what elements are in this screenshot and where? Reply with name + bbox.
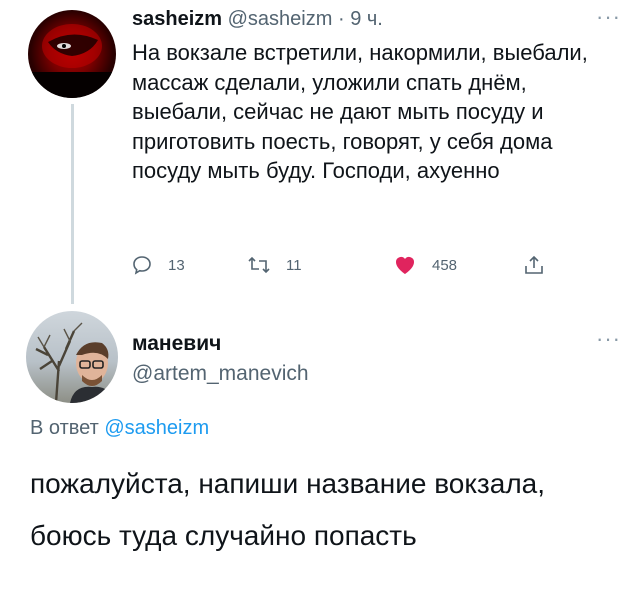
avatar-artem-manevich[interactable]: [26, 311, 118, 403]
avatar-image: [28, 24, 116, 98]
like-button[interactable]: 458: [392, 252, 457, 278]
reply-count: 13: [168, 256, 185, 274]
share-button[interactable]: [522, 252, 546, 278]
retweet-count: 11: [286, 256, 302, 274]
tweet2-text: пожалуйста, напиши название вокзала, бою…: [30, 468, 546, 551]
tweet2-more-icon[interactable]: ···: [596, 326, 621, 352]
reply-context: В ответ @sasheizm: [30, 417, 209, 440]
tweet1-separator: ·: [332, 8, 351, 30]
retweet-icon: [248, 256, 270, 274]
tweet2-author-name[interactable]: маневич: [132, 332, 221, 356]
like-count: 458: [432, 256, 458, 274]
tweet1-more-icon[interactable]: ···: [596, 4, 621, 30]
tweet1-time[interactable]: 9 ч.: [350, 8, 383, 30]
reply-icon: [133, 256, 151, 275]
reply-prefix: В ответ: [30, 417, 105, 439]
reply-button[interactable]: 13: [130, 252, 185, 278]
avatar-image: [35, 322, 114, 403]
tweet1-author-handle[interactable]: @sasheizm: [228, 8, 333, 30]
tweet1-author-name[interactable]: sasheizm: [132, 8, 222, 30]
tweet1-actions: 13 11 458: [0, 252, 640, 278]
retweet-button[interactable]: 11: [246, 252, 302, 278]
tweet2-author-handle[interactable]: @artem_manevich: [132, 362, 309, 386]
avatar-sasheizm[interactable]: [28, 10, 116, 98]
heart-icon: [396, 257, 414, 274]
share-icon: [525, 255, 543, 274]
tweet1-text: На вокзале встретили, накормили, выебали…: [132, 40, 588, 183]
tweet1-header: sasheizm @sasheizm · 9 ч.: [132, 8, 383, 31]
reply-to-link[interactable]: @sasheizm: [104, 417, 209, 439]
